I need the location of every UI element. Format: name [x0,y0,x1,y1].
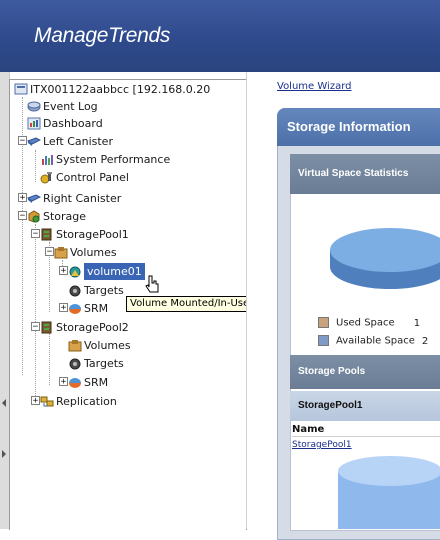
collapse-toggle[interactable]: − [31,229,40,239]
tree-item-event-log[interactable]: Event Log [27,97,98,114]
srm-icon [68,302,82,315]
pane-divider [246,72,265,529]
server-icon [14,83,28,96]
canister-icon [26,192,42,205]
tree-item-root[interactable]: ITX001122aabbcc [192.168.0.20 [14,80,210,97]
legend-available-space: Available Space 2 [318,335,428,347]
storage-information-title: Storage Information [277,108,440,146]
legend-used-space: Used Space 1 [318,317,420,329]
targets-icon [68,357,82,370]
replication-icon [40,395,54,408]
srm-icon [68,376,82,389]
targets-icon [68,284,82,297]
app-title: ManageTrends [34,24,171,47]
tree-item-storage[interactable]: Storage [27,207,86,224]
name-column-header: Name [292,424,325,435]
tree-line [35,150,36,182]
tree-item-targets[interactable]: Targets [68,354,124,371]
available-space-swatch [318,335,329,346]
collapse-toggle[interactable]: − [31,322,40,332]
tree-item-volumes[interactable]: Volumes [54,243,117,260]
volume-wizard-link[interactable]: Volume Wizard [277,81,351,92]
app-header: ManageTrends [0,0,440,72]
performance-chart-icon [40,153,54,166]
storage-pools-header: Storage Pools [290,355,440,389]
virtual-space-pie [330,228,440,289]
volumes-icon [68,339,82,352]
expand-right-icon[interactable] [2,450,6,458]
tree-item-replication[interactable]: Replication [40,392,117,409]
expand-toggle[interactable]: + [18,193,27,203]
storagepool1-link[interactable]: StoragePool1 [292,440,352,450]
expand-toggle[interactable]: + [59,303,68,313]
expand-toggle[interactable]: + [59,377,68,387]
tooltip: Volume Mounted/In-Use [126,296,254,312]
storage-icon [27,209,41,223]
divider [292,436,440,437]
storage-pool-icon [40,228,54,241]
expand-toggle[interactable]: + [59,266,68,276]
collapse-toggle[interactable]: − [45,247,54,257]
tree-item-volumes[interactable]: Volumes [68,336,131,353]
tree-item-srm[interactable]: SRM [68,373,108,390]
tree-item-volume01[interactable]: volume01 [68,262,145,280]
collapse-toggle[interactable]: − [18,136,27,146]
tree-item-dashboard[interactable]: Dashboard [27,114,103,131]
canister-icon [26,135,42,148]
tree-item-system-performance[interactable]: System Performance [40,150,170,167]
tree-line [49,333,50,385]
storage-pool-section: StoragePool1 [290,391,440,421]
tree-item-storagepool2[interactable]: StoragePool2 [40,318,129,335]
tree-item-srm[interactable]: SRM [68,299,108,316]
control-panel-icon [40,171,54,184]
dashboard-icon [27,117,41,130]
tree-item-targets[interactable]: Targets [68,281,124,298]
tree-line [35,224,36,404]
storage-pool-icon [40,321,54,334]
event-log-icon [27,100,41,113]
collapse-left-icon[interactable] [2,399,6,407]
used-space-swatch [318,317,329,328]
collapse-toggle[interactable]: − [18,211,27,221]
tree-item-control-panel[interactable]: Control Panel [40,168,129,185]
tree-item-right-canister[interactable]: Right Canister [26,189,121,206]
tree-item-storagepool1[interactable]: StoragePool1 [40,225,129,242]
tree-item-left-canister[interactable]: Left Canister [26,132,113,149]
pool-cylinder-chart [338,456,440,529]
virtual-space-statistics-header: Virtual Space Statistics [290,154,440,194]
expand-toggle[interactable]: + [31,396,40,406]
volume-mounted-icon [68,265,82,278]
volumes-icon [54,246,68,259]
